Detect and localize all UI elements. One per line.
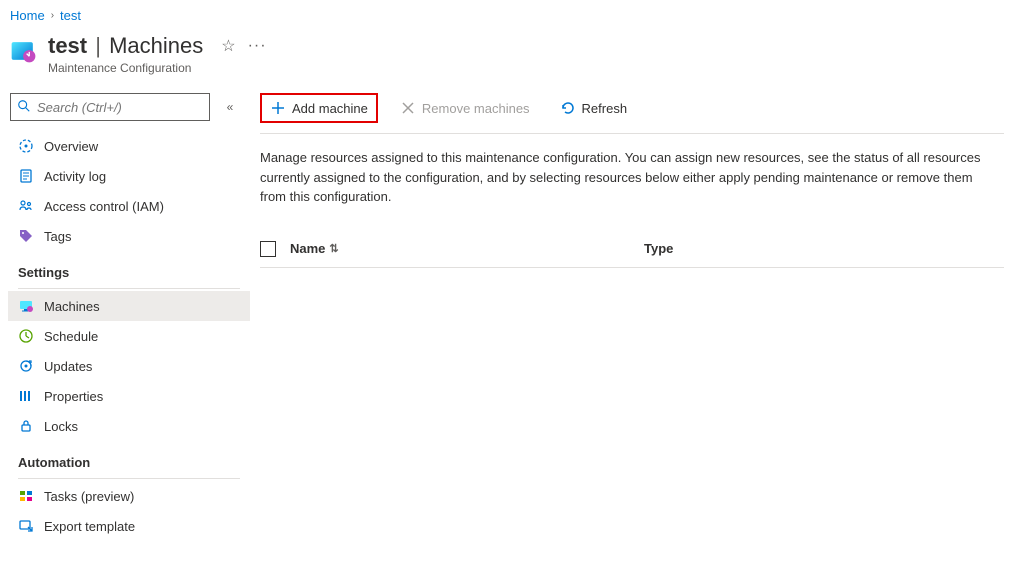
sidebar-section-settings: Settings bbox=[8, 251, 250, 286]
page-title: test | Machines bbox=[48, 33, 203, 59]
resource-type-subtitle: Maintenance Configuration bbox=[48, 61, 267, 75]
description-text: Manage resources assigned to this mainte… bbox=[260, 134, 1000, 231]
breadcrumb-current[interactable]: test bbox=[60, 8, 81, 23]
sidebar-item-overview[interactable]: Overview bbox=[8, 131, 250, 161]
machines-icon bbox=[18, 298, 34, 314]
search-box[interactable] bbox=[10, 93, 210, 121]
select-all-checkbox[interactable] bbox=[260, 241, 276, 257]
properties-icon bbox=[18, 388, 34, 404]
sidebar-item-label: Tags bbox=[44, 229, 71, 244]
pin-favorite-button[interactable]: ☆ bbox=[221, 36, 235, 56]
plus-icon bbox=[270, 100, 286, 116]
updates-icon bbox=[18, 358, 34, 374]
refresh-icon bbox=[560, 100, 576, 116]
maintenance-config-icon bbox=[10, 37, 38, 65]
page-header: test | Machines ☆ ··· Maintenance Config… bbox=[0, 27, 1014, 89]
column-header-type[interactable]: Type bbox=[644, 241, 673, 256]
sidebar-item-label: Properties bbox=[44, 389, 103, 404]
sidebar-item-label: Locks bbox=[44, 419, 78, 434]
table-header: Name ⇅ Type bbox=[260, 231, 1004, 268]
sidebar-item-label: Activity log bbox=[44, 169, 106, 184]
lock-icon bbox=[18, 418, 34, 434]
sidebar-item-label: Export template bbox=[44, 519, 135, 534]
sidebar-item-tags[interactable]: Tags bbox=[8, 221, 250, 251]
divider bbox=[18, 478, 240, 479]
tasks-icon bbox=[18, 488, 34, 504]
sidebar-item-tasks[interactable]: Tasks (preview) bbox=[8, 481, 250, 511]
toolbar-label: Refresh bbox=[582, 101, 628, 116]
sidebar-item-label: Machines bbox=[44, 299, 100, 314]
sidebar-item-label: Schedule bbox=[44, 329, 98, 344]
remove-machines-button: Remove machines bbox=[392, 95, 538, 121]
collapse-sidebar-button[interactable]: « bbox=[218, 95, 242, 119]
schedule-icon bbox=[18, 328, 34, 344]
more-actions-button[interactable]: ··· bbox=[248, 37, 267, 55]
export-template-icon bbox=[18, 518, 34, 534]
delete-icon bbox=[400, 100, 416, 116]
sidebar-item-export-template[interactable]: Export template bbox=[8, 511, 250, 541]
sidebar-item-schedule[interactable]: Schedule bbox=[8, 321, 250, 351]
access-control-icon bbox=[18, 198, 34, 214]
breadcrumb-home[interactable]: Home bbox=[10, 8, 45, 23]
sidebar-item-locks[interactable]: Locks bbox=[8, 411, 250, 441]
sidebar-item-label: Tasks (preview) bbox=[44, 489, 134, 504]
toolbar: Add machine Remove machines Refresh bbox=[260, 89, 1004, 134]
sidebar-item-properties[interactable]: Properties bbox=[8, 381, 250, 411]
sidebar: « Overview Activity log Access control (… bbox=[0, 89, 250, 541]
sidebar-item-label: Updates bbox=[44, 359, 92, 374]
sort-icon: ⇅ bbox=[329, 242, 338, 255]
breadcrumb: Home › test bbox=[0, 0, 1014, 27]
search-input[interactable] bbox=[37, 100, 203, 115]
sidebar-item-activity-log[interactable]: Activity log bbox=[8, 161, 250, 191]
toolbar-label: Add machine bbox=[292, 101, 368, 116]
main-content: Add machine Remove machines Refresh Mana… bbox=[250, 89, 1014, 541]
search-icon bbox=[17, 99, 31, 116]
tags-icon bbox=[18, 228, 34, 244]
sidebar-item-access-control[interactable]: Access control (IAM) bbox=[8, 191, 250, 221]
add-machine-button[interactable]: Add machine bbox=[260, 93, 378, 123]
overview-icon bbox=[18, 138, 34, 154]
refresh-button[interactable]: Refresh bbox=[552, 95, 636, 121]
column-header-name[interactable]: Name ⇅ bbox=[290, 241, 630, 256]
sidebar-item-label: Overview bbox=[44, 139, 98, 154]
toolbar-label: Remove machines bbox=[422, 101, 530, 116]
sidebar-section-automation: Automation bbox=[8, 441, 250, 476]
sidebar-item-updates[interactable]: Updates bbox=[8, 351, 250, 381]
divider bbox=[18, 288, 240, 289]
sidebar-item-label: Access control (IAM) bbox=[44, 199, 164, 214]
activity-log-icon bbox=[18, 168, 34, 184]
sidebar-item-machines[interactable]: Machines bbox=[8, 291, 250, 321]
chevron-right-icon: › bbox=[51, 10, 54, 21]
